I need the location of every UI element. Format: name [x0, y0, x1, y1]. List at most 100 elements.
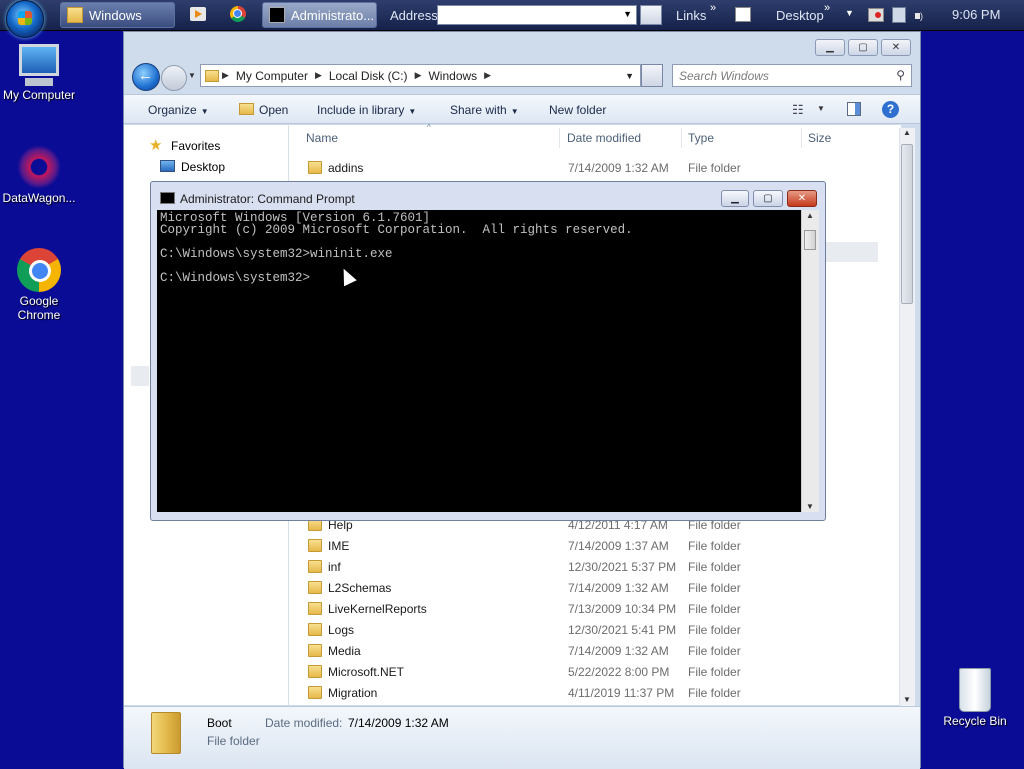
organize-button[interactable]: Organize ▼: [148, 103, 209, 117]
media-player-icon[interactable]: [190, 7, 206, 21]
desktop-icon-label: Google Chrome: [17, 294, 61, 322]
desktop-icon-datawagon[interactable]: DataWagon...: [1, 145, 77, 205]
chevron-right-icon[interactable]: »: [824, 2, 830, 14]
maximize-button[interactable]: ▢: [753, 190, 783, 207]
back-button[interactable]: ←: [132, 63, 160, 91]
breadcrumb[interactable]: ▶ My Computer ▶ Local Disk (C:) ▶ Window…: [200, 64, 641, 87]
desktop-icon-label: DataWagon...: [2, 191, 76, 205]
table-row[interactable]: Migration 4/11/2019 11:37 PM File folder: [306, 683, 896, 704]
desktop-icon: [160, 160, 175, 172]
close-icon: ✕: [891, 42, 901, 53]
folder-icon: [308, 665, 322, 678]
chevron-right-icon[interactable]: ▶: [312, 70, 325, 81]
chevron-right-icon[interactable]: ▶: [481, 70, 494, 81]
scrollbar-thumb[interactable]: [901, 144, 913, 304]
console-line: Copyright (c) 2009 Microsoft Corporation…: [160, 223, 633, 237]
open-folder-icon: [239, 103, 254, 115]
address-label: Address: [390, 8, 438, 23]
taskbar-command-prompt[interactable]: Administrato...: [262, 2, 377, 28]
forward-button[interactable]: [161, 65, 187, 91]
minimize-button[interactable]: ▁: [815, 39, 845, 56]
desktop-icon-my-computer[interactable]: My Computer: [1, 40, 77, 102]
taskbar-button-label: Windows: [89, 7, 142, 23]
table-row[interactable]: inf 12/30/2021 5:37 PM File folder: [306, 557, 896, 578]
table-row[interactable]: Logs 12/30/2021 5:41 PM File folder: [306, 620, 896, 641]
chevron-down-icon: ▼: [510, 107, 519, 116]
chevron-down-icon[interactable]: ▼: [623, 9, 632, 19]
chevron-down-icon: ▼: [408, 107, 417, 116]
table-row[interactable]: addins 7/14/2009 1:32 AM File folder: [306, 158, 896, 179]
address-input[interactable]: ▼: [437, 5, 637, 25]
go-button[interactable]: [640, 5, 662, 25]
desktop-icon-google-chrome[interactable]: Google Chrome: [1, 248, 77, 322]
breadcrumb-item[interactable]: My Computer: [232, 69, 312, 83]
chrome-icon: [17, 248, 61, 292]
volume-icon[interactable]: ): [915, 8, 929, 21]
nav-item-desktop[interactable]: Desktop: [181, 160, 225, 174]
refresh-button[interactable]: [641, 64, 663, 87]
folder-icon: [308, 602, 322, 615]
maximize-button[interactable]: ▢: [848, 39, 878, 56]
desktop-toolbar-label[interactable]: Desktop: [776, 8, 824, 23]
start-button[interactable]: [6, 0, 44, 38]
folder-icon: [308, 581, 322, 594]
taskbar-windows-explorer[interactable]: Windows: [60, 2, 175, 28]
folder-icon: [308, 686, 322, 699]
chevron-down-icon[interactable]: ▼: [817, 104, 825, 113]
breadcrumb-item[interactable]: Local Disk (C:): [325, 69, 412, 83]
minimize-button[interactable]: ▁: [721, 190, 749, 207]
view-options-icon[interactable]: ☷: [792, 102, 804, 118]
chevron-right-icon[interactable]: ▶: [219, 70, 232, 81]
taskbar-button-label: Administrato...: [291, 7, 375, 23]
network-icon[interactable]: [892, 7, 906, 23]
maximize-icon: ▢: [858, 42, 868, 53]
new-folder-button[interactable]: New folder: [549, 103, 606, 117]
folder-icon: [308, 560, 322, 573]
column-header-date-modified[interactable]: Date modified: [567, 131, 641, 145]
search-icon: ⚲: [896, 68, 905, 82]
sort-arrow-icon: ^: [427, 123, 431, 132]
share-with-button[interactable]: Share with ▼: [450, 103, 519, 117]
open-button[interactable]: Open: [259, 103, 288, 117]
close-button[interactable]: ✕: [787, 190, 817, 207]
table-row[interactable]: IME 7/14/2009 1:37 AM File folder: [306, 536, 896, 557]
column-header-type[interactable]: Type: [688, 131, 714, 145]
scrollbar-thumb[interactable]: [804, 230, 816, 250]
preview-pane-icon[interactable]: [847, 102, 861, 116]
clock[interactable]: 9:06 PM: [952, 7, 1000, 22]
column-header-size[interactable]: Size: [808, 131, 831, 145]
table-row[interactable]: Media 7/14/2009 1:32 AM File folder: [306, 641, 896, 662]
chevron-right-icon[interactable]: ▶: [412, 70, 425, 81]
taskbar: Windows Administrato... Address ▼ Links …: [0, 0, 1024, 38]
search-input[interactable]: Search Windows ⚲: [672, 64, 912, 87]
star-icon: ★: [149, 137, 163, 154]
folder-icon: [308, 644, 322, 657]
recent-pages-chevron-icon[interactable]: ▼: [188, 71, 196, 80]
desktop-icon-recycle-bin[interactable]: Recycle Bin: [937, 668, 1013, 728]
console-scrollbar[interactable]: ▲ ▼: [801, 210, 819, 512]
table-row[interactable]: LiveKernelReports 7/13/2009 10:34 PM File …: [306, 599, 896, 620]
chevron-right-icon[interactable]: »: [710, 2, 716, 14]
links-label[interactable]: Links: [676, 8, 706, 23]
scroll-up-icon: ▲: [903, 128, 911, 137]
chrome-icon[interactable]: [230, 6, 246, 22]
table-row[interactable]: L2Schemas 7/14/2009 1:32 AM File folder: [306, 578, 896, 599]
help-icon[interactable]: ?: [882, 101, 899, 118]
breadcrumb-item[interactable]: Windows: [424, 69, 481, 83]
chevron-down-icon[interactable]: ▼: [845, 8, 854, 18]
chevron-down-icon[interactable]: ▼: [625, 71, 634, 81]
arrow-left-icon: ←: [138, 67, 153, 84]
favorites-label[interactable]: Favorites: [171, 139, 220, 153]
notepad-icon[interactable]: [735, 7, 751, 22]
details-type: File folder: [207, 734, 260, 748]
action-center-icon[interactable]: [868, 8, 884, 22]
table-row[interactable]: Microsoft.NET 5/22/2022 8:00 PM File folde…: [306, 662, 896, 683]
file-list-scrollbar[interactable]: ▲ ▼: [899, 128, 915, 706]
include-in-library-button[interactable]: Include in library ▼: [317, 103, 416, 117]
close-button[interactable]: ✕: [881, 39, 911, 56]
close-icon: ✕: [797, 193, 807, 204]
column-header-name[interactable]: Name: [306, 131, 338, 145]
folder-icon: [67, 7, 83, 23]
folder-icon: [308, 161, 322, 174]
console-line: C:\Windows\system32>wininit.exe: [160, 247, 393, 261]
